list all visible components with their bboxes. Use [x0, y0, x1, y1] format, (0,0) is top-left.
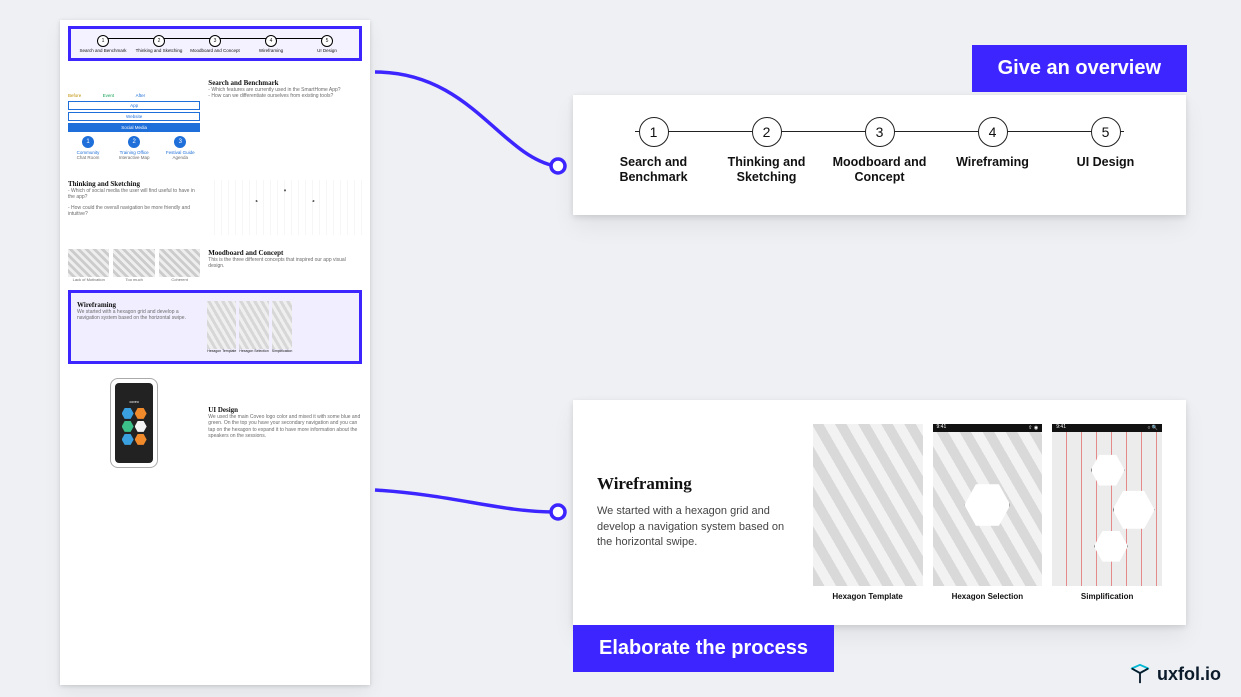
wire-thumb-1: Hexagon Template	[813, 424, 923, 601]
step-4: 4Wireframing	[936, 117, 1049, 170]
step-3: 3Moodboard and Concept	[823, 117, 936, 185]
brand-text: uxfol.io	[1157, 664, 1221, 685]
step-5: 5UI Design	[1049, 117, 1162, 170]
wireframe-gallery: Hexagon Template 9:41⇧ ◉ Hexagon Selecti…	[813, 424, 1162, 601]
mini-search-section: Before Event After App Website Social Me…	[68, 79, 362, 164]
wireframing-card: Wireframing We started with a hexagon gr…	[573, 400, 1186, 625]
wire-thumb-3: 9:41○ 🔍 Simplification	[1052, 424, 1162, 601]
phone-mockup: coveo	[110, 378, 158, 468]
brand-logo: uxfol.io	[1129, 663, 1221, 685]
uxfolio-mark-icon	[1129, 663, 1151, 685]
sketch-graphic	[208, 180, 362, 235]
wireframing-body: We started with a hexagon grid and devel…	[597, 504, 795, 552]
process-stepper: 1Search and Benchmark 2Thinking and Sket…	[597, 117, 1162, 185]
mini-ui-design-section: coveo UI Design We used the main Coveo l…	[68, 378, 362, 468]
overview-card: 1Search and Benchmark 2Thinking and Sket…	[573, 95, 1186, 215]
wire-thumb-2: 9:41⇧ ◉ Hexagon Selection	[933, 424, 1043, 601]
elaborate-label: Elaborate the process	[573, 625, 834, 672]
mini-stepper-highlight: 1Search and Benchmark 2Thinking and Sket…	[68, 26, 362, 61]
mini-thinking-section: Thinking and Sketching - Which of social…	[68, 180, 362, 235]
step-1: 1Search and Benchmark	[597, 117, 710, 185]
step-2: 2Thinking and Sketching	[710, 117, 823, 185]
wireframing-title: Wireframing	[597, 474, 795, 494]
overview-label: Give an overview	[972, 45, 1187, 92]
mini-moodboard-section: Lack of MotivationToo muchCoherent Moodb…	[68, 249, 362, 282]
case-study-thumbnail: 1Search and Benchmark 2Thinking and Sket…	[60, 20, 370, 685]
mini-wireframing-highlight: Wireframing We started with a hexagon gr…	[68, 290, 362, 364]
